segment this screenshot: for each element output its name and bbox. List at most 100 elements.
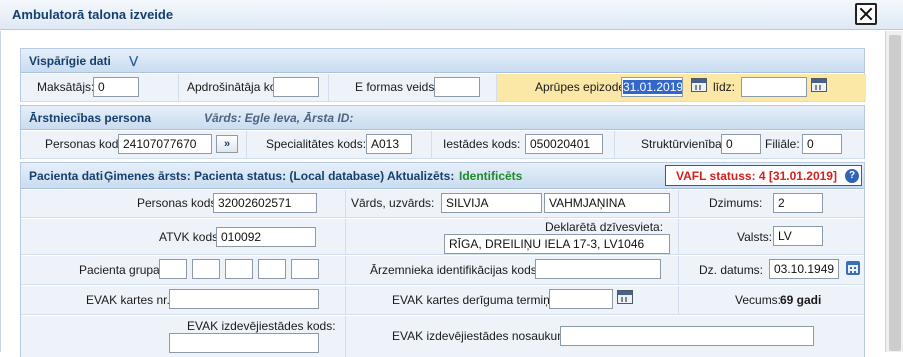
evak-issuer-code-input[interactable]	[169, 333, 319, 353]
patient-section-header: Pacienta dati Ģimenes ārsts: Pacienta st…	[21, 163, 864, 189]
insurer-code-input[interactable]	[273, 77, 319, 97]
country-input[interactable]: LV	[773, 226, 823, 246]
patient-row-address: ATVK kods: 010092 Deklarētā dzīvesvieta:…	[21, 219, 864, 255]
patient-row-evak: EVAK kartes nr.: EVAK kartes derīguma te…	[21, 286, 864, 315]
insurer-cell: Apdrošinātāja kods:	[179, 74, 329, 101]
patient-group-input-4[interactable]	[258, 259, 286, 279]
address-cell: Deklarētā dzīvesvieta: RĪGA, DREILIŅU IE…	[346, 219, 679, 254]
calendar-icon[interactable]	[811, 78, 827, 92]
specialty-cell: Specialitātes kods: A013	[247, 131, 432, 158]
address-input[interactable]: RĪGA, DREILIŅU IELA 17-3, LV1046	[444, 234, 670, 254]
eform-type-input[interactable]	[434, 77, 480, 97]
evak-card-cell: EVAK kartes nr.:	[21, 286, 346, 314]
gender-input[interactable]: 2	[773, 193, 823, 213]
practitioner-section-title: Ārstniecības persona	[29, 111, 152, 125]
evak-issuer-name-input[interactable]	[560, 326, 814, 346]
scrollbar-thumb[interactable]	[889, 35, 901, 351]
age-value: 69 gadi	[780, 293, 822, 307]
practitioner-subtitle: Vārds: Egle Ieva, Ārsta ID:	[204, 111, 354, 125]
foreign-id-input[interactable]	[535, 259, 661, 279]
close-button[interactable]	[855, 3, 877, 25]
country-cell: Valsts: LV	[679, 219, 866, 254]
practitioner-section-header: Ārstniecības persona Vārds: Egle Ieva, Ā…	[21, 106, 864, 130]
practitioner-code-input[interactable]: 24107077670	[118, 134, 212, 154]
age-cell: Vecums: 69 gadi	[679, 286, 866, 314]
institution-label: Iestādes kods:	[443, 137, 521, 151]
patient-row-group: Pacienta grupa: Ārzemnieka identifikācij…	[21, 256, 864, 285]
practitioner-code-cell: Personas kods: 24107077670 »	[21, 131, 247, 158]
atvk-label: ATVK kods:	[159, 230, 222, 244]
branch-input[interactable]: 0	[802, 134, 842, 154]
patient-section-info: Ģimenes ārsts: Pacienta status: (Local d…	[104, 169, 455, 183]
vafl-status-box: VAFL statuss: 4 [31.01.2019] ?	[665, 165, 862, 186]
structural-input[interactable]: 0	[721, 134, 761, 154]
evak-card-input[interactable]	[169, 289, 319, 309]
patient-code-cell: Personas kods: 32002602571	[21, 190, 346, 217]
chevron-down-icon[interactable]: ⋁	[129, 54, 138, 67]
patient-group-input-1[interactable]	[159, 259, 187, 279]
eform-type-label: E formas veids:	[355, 80, 438, 94]
foreign-id-cell: Ārzemnieka identifikācijas kods:	[346, 256, 679, 284]
payer-cell: Maksātājs: 0	[21, 74, 179, 101]
age-label: Vecums:	[735, 293, 782, 307]
window-title: Ambulatorā talona izveide	[12, 7, 174, 22]
general-section: Vispārīgie dati ⋁ Maksātājs: 0 Apdrošinā…	[20, 48, 866, 102]
patient-group-input-2[interactable]	[192, 259, 220, 279]
practitioner-code-label: Personas kods:	[45, 137, 128, 151]
gender-cell: Dzimums: 2	[679, 190, 866, 217]
patient-group-input-5[interactable]	[291, 259, 319, 279]
evak-validity-input[interactable]	[549, 289, 613, 309]
branch-label: Filiāle:	[765, 137, 800, 151]
window-titlebar: Ambulatorā talona izveide	[0, 0, 903, 30]
eform-cell: E formas veids:	[329, 74, 497, 101]
address-label: Deklarētā dzīvesvieta:	[545, 220, 664, 234]
structural-cell: Struktūrvienība: 0 Filiāle: 0	[615, 131, 866, 158]
atvk-input[interactable]: 010092	[216, 227, 316, 247]
patient-code-label: Personas kods:	[137, 196, 220, 210]
specialty-input[interactable]: A013	[366, 134, 412, 154]
evak-issuer-code-label: EVAK izdevējiestādes kods:	[187, 319, 336, 333]
institution-input[interactable]: 050020401	[525, 134, 603, 154]
atvk-cell: ATVK kods: 010092	[21, 219, 346, 254]
help-icon[interactable]: ?	[845, 169, 859, 183]
general-section-header[interactable]: Vispārīgie dati ⋁	[21, 49, 864, 73]
vafl-status: VAFL statuss: 4 [31.01.2019]	[676, 169, 837, 183]
episode-until-input[interactable]	[741, 77, 807, 97]
payer-input[interactable]: 0	[93, 77, 139, 97]
patient-name-cell: Vārds, uzvārds: SILVIJA VAHMJAŅINA	[346, 190, 679, 217]
last-name-input[interactable]: VAHMJAŅINA	[544, 193, 670, 213]
patient-code-input[interactable]: 32002602571	[213, 193, 317, 213]
general-section-title: Vispārīgie dati	[29, 54, 111, 68]
episode-label: Aprūpes epizode:	[535, 80, 629, 94]
calendar-icon[interactable]	[617, 290, 633, 304]
patient-section-title: Pacienta dati	[29, 169, 104, 183]
evak-issuer-name-label: EVAK izdevējiestādes nosaukums:	[392, 329, 577, 343]
foreign-id-label: Ārzemnieka identifikācijas kods:	[370, 263, 541, 277]
evak-card-label: EVAK kartes nr.:	[86, 293, 174, 307]
evak-validity-cell: EVAK kartes derīguma termiņš:	[346, 286, 679, 314]
episode-until-label: līdz:	[713, 80, 736, 94]
calendar-icon[interactable]	[691, 78, 707, 92]
vertical-scrollbar[interactable]	[885, 31, 903, 352]
identified-status: Identificēts	[459, 169, 523, 183]
birth-date-input[interactable]: 03.10.1949	[769, 259, 839, 279]
calendar-icon[interactable]	[846, 261, 860, 275]
first-name-input[interactable]: SILVIJA	[441, 193, 542, 213]
patient-name-label: Vārds, uzvārds:	[351, 196, 435, 210]
practitioner-lookup-button[interactable]: »	[216, 135, 238, 153]
specialty-label: Specialitātes kods:	[266, 137, 367, 151]
practitioner-section: Ārstniecības persona Vārds: Egle Ieva, Ā…	[20, 105, 865, 159]
episode-from-input[interactable]: 31.01.2019	[621, 77, 683, 97]
institution-cell: Iestādes kods: 050020401	[432, 131, 615, 158]
patient-group-label: Pacienta grupa:	[79, 263, 164, 277]
country-label: Valsts:	[737, 230, 773, 244]
gender-label: Dzimums:	[709, 196, 763, 210]
form-content: Vispārīgie dati ⋁ Maksātājs: 0 Apdrošinā…	[0, 31, 885, 357]
patient-group-input-3[interactable]	[225, 259, 253, 279]
evak-validity-label: EVAK kartes derīguma termiņš:	[392, 293, 560, 307]
patient-group-cell: Pacienta grupa:	[21, 256, 346, 284]
patient-section: Pacienta dati Ģimenes ārsts: Pacienta st…	[20, 162, 865, 357]
structural-label: Struktūrvienība:	[641, 137, 726, 151]
birth-date-label: Dz. datums:	[699, 263, 764, 277]
payer-label: Maksātājs:	[37, 80, 95, 94]
